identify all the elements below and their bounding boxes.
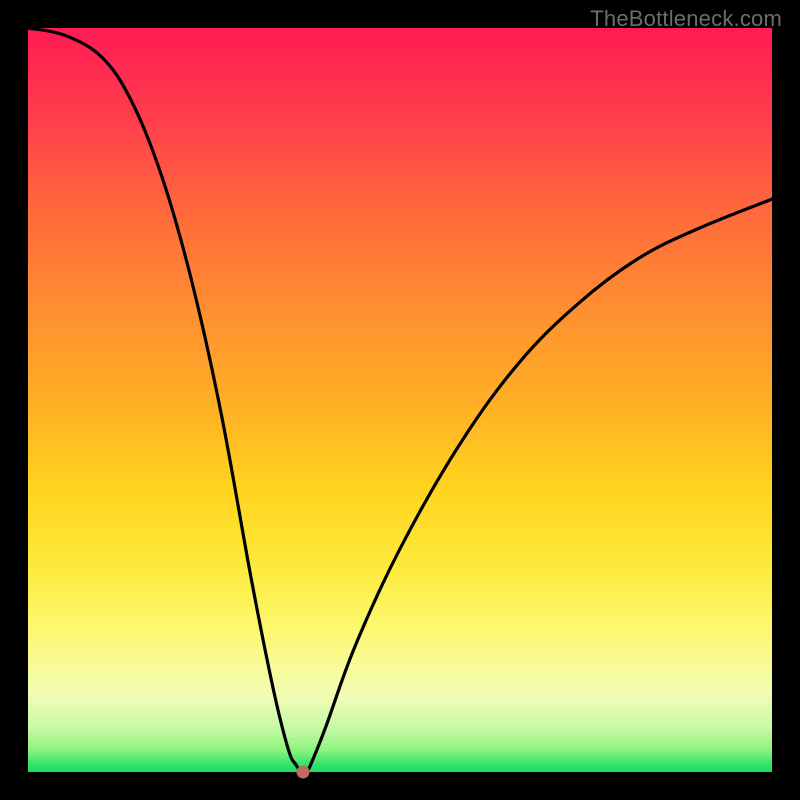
curve-path [28, 28, 772, 772]
chart-frame [28, 28, 772, 772]
bottleneck-curve [28, 28, 772, 772]
optimal-point-marker [297, 766, 310, 779]
